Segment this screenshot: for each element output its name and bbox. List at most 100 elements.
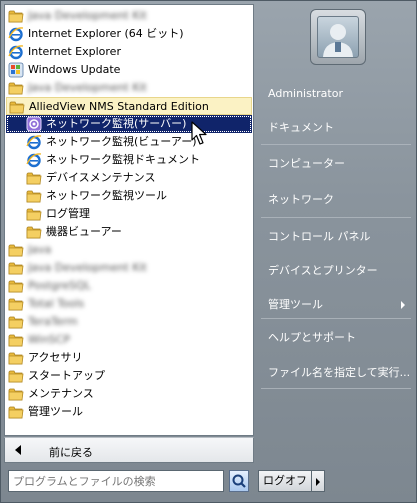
network-monitor-server-icon: [26, 116, 42, 132]
back-label: 前に戻る: [49, 446, 93, 459]
program-item-label: アクセサリ: [28, 351, 83, 364]
back-button[interactable]: 前に戻る: [4, 437, 254, 463]
logoff-button[interactable]: ログオフ: [258, 470, 312, 492]
menu-separator: [261, 144, 411, 145]
folder-icon: [26, 170, 42, 186]
folder-icon: [8, 260, 24, 276]
program-item[interactable]: Java: [6, 241, 252, 259]
folder-icon: [8, 296, 24, 312]
right-menu-item-label: ファイル名を指定して実行...: [268, 366, 411, 379]
program-item[interactable]: ネットワーク監視ドキュメント: [6, 151, 252, 169]
program-item-label: デバイスメンテナンス: [46, 171, 156, 184]
start-menu: Java Development Kit Internet Explorer (6…: [0, 0, 417, 503]
folder-icon: [26, 224, 42, 240]
folder-icon: [8, 332, 24, 348]
right-menu-item-label: Administrator: [268, 87, 343, 100]
right-menu-item[interactable]: ドキュメント: [257, 116, 411, 140]
right-menu-item-label: コントロール パネル: [268, 230, 371, 243]
right-menu-item[interactable]: デバイスとプリンター: [257, 259, 411, 283]
program-item-label: TeraTerm: [28, 315, 78, 328]
program-item-label: ネットワーク監視ドキュメント: [46, 153, 200, 166]
folder-icon: [26, 206, 42, 222]
program-item-label: WinSCP: [28, 333, 70, 346]
right-menu-item[interactable]: コントロール パネル: [257, 225, 411, 249]
program-item-label: スタートアップ: [28, 369, 105, 382]
program-item[interactable]: 管理ツール: [6, 403, 252, 421]
folder-icon: [8, 80, 24, 96]
program-item-label: Java Development Kit: [28, 9, 147, 22]
programs-pane: Java Development Kit Internet Explorer (6…: [4, 4, 254, 436]
folder-icon: [8, 242, 24, 258]
internet-explorer-icon: [8, 44, 24, 60]
folder-icon: [8, 278, 24, 294]
search-button[interactable]: [229, 470, 249, 492]
program-item-label: Java Development Kit: [28, 81, 147, 94]
right-menu-item[interactable]: ファイル名を指定して実行...: [257, 361, 411, 385]
folder-icon: [8, 404, 24, 420]
program-item[interactable]: WinSCP: [6, 331, 252, 349]
right-menu-item[interactable]: ヘルプとサポート: [257, 326, 411, 350]
program-item[interactable]: Windows Update: [6, 61, 252, 79]
program-item[interactable]: メンテナンス: [6, 385, 252, 403]
program-item[interactable]: アクセサリ: [6, 349, 252, 367]
program-item[interactable]: Internet Explorer: [6, 43, 252, 61]
program-item-label: PostgreSQL: [28, 279, 91, 292]
right-menu-item-label: デバイスとプリンター: [268, 264, 378, 277]
right-menu-item-label: 管理ツール: [268, 298, 323, 311]
program-item[interactable]: Java Development Kit: [6, 259, 252, 277]
program-item-label: Java Development Kit: [28, 261, 147, 274]
program-item[interactable]: 機器ビューアー: [6, 223, 252, 241]
right-menu-item[interactable]: ネットワーク: [257, 188, 411, 212]
folder-icon: [8, 8, 24, 24]
program-item[interactable]: AlliedView NMS Standard Edition: [6, 97, 252, 115]
right-menu-item[interactable]: 管理ツール: [257, 293, 411, 317]
right-menu-item-label: コンピューター: [268, 157, 345, 170]
program-item-label: メンテナンス: [28, 387, 94, 400]
program-item[interactable]: ネットワーク監視(ビューアー): [6, 133, 252, 151]
search-icon: [232, 474, 246, 488]
program-item-label: Internet Explorer: [28, 45, 121, 58]
program-item[interactable]: Total Tools: [6, 295, 252, 313]
internet-explorer-icon: [8, 26, 24, 42]
folder-icon: [26, 188, 42, 204]
program-item[interactable]: Java Development Kit: [6, 7, 252, 25]
program-item[interactable]: デバイスメンテナンス: [6, 169, 252, 187]
user-avatar-icon: [317, 16, 359, 58]
menu-separator: [261, 388, 411, 389]
program-item[interactable]: ネットワーク監視ツール: [6, 187, 252, 205]
right-pane: Administrator ドキュメント コンピューターネットワークコントロール パ…: [257, 4, 415, 463]
program-item[interactable]: Internet Explorer (64 ビット): [6, 25, 252, 43]
menu-separator: [261, 217, 411, 218]
right-menu-item-label: ヘルプとサポート: [268, 331, 356, 344]
program-item[interactable]: TeraTerm: [6, 313, 252, 331]
program-item[interactable]: Java Development Kit: [6, 79, 252, 97]
program-item-label: Total Tools: [28, 297, 85, 310]
program-item-label: ネットワーク監視ツール: [46, 189, 167, 202]
program-item-label: Java: [28, 243, 52, 256]
program-item-label: ログ管理: [46, 207, 90, 220]
submenu-arrow-icon: [401, 301, 405, 309]
search-input[interactable]: [9, 471, 205, 491]
folder-icon: [9, 99, 25, 115]
mouse-cursor-icon: [191, 121, 207, 145]
folder-icon: [8, 314, 24, 330]
menu-separator: [261, 318, 411, 319]
program-item-label: ネットワーク監視(サーバー): [46, 117, 187, 130]
folder-icon: [8, 386, 24, 402]
program-item-label: Windows Update: [28, 63, 121, 76]
program-item[interactable]: スタートアップ: [6, 367, 252, 385]
program-item-label: 機器ビューアー: [46, 225, 122, 238]
folder-icon: [8, 368, 24, 384]
right-menu-item-label: ドキュメント: [268, 121, 334, 134]
logoff-options-button[interactable]: [312, 470, 325, 492]
program-item[interactable]: PostgreSQL: [6, 277, 252, 295]
avatar[interactable]: [310, 9, 366, 65]
back-arrow-icon: [15, 445, 21, 455]
program-item[interactable]: ネットワーク監視(サーバー): [6, 115, 252, 133]
program-item-label: Internet Explorer (64 ビット): [28, 27, 184, 40]
right-menu-item[interactable]: コンピューター: [257, 152, 411, 176]
program-item-label: ネットワーク監視(ビューアー): [46, 135, 197, 148]
program-item-label: 管理ツール: [28, 405, 83, 418]
right-menu-item[interactable]: Administrator: [257, 82, 411, 106]
program-item[interactable]: ログ管理: [6, 205, 252, 223]
